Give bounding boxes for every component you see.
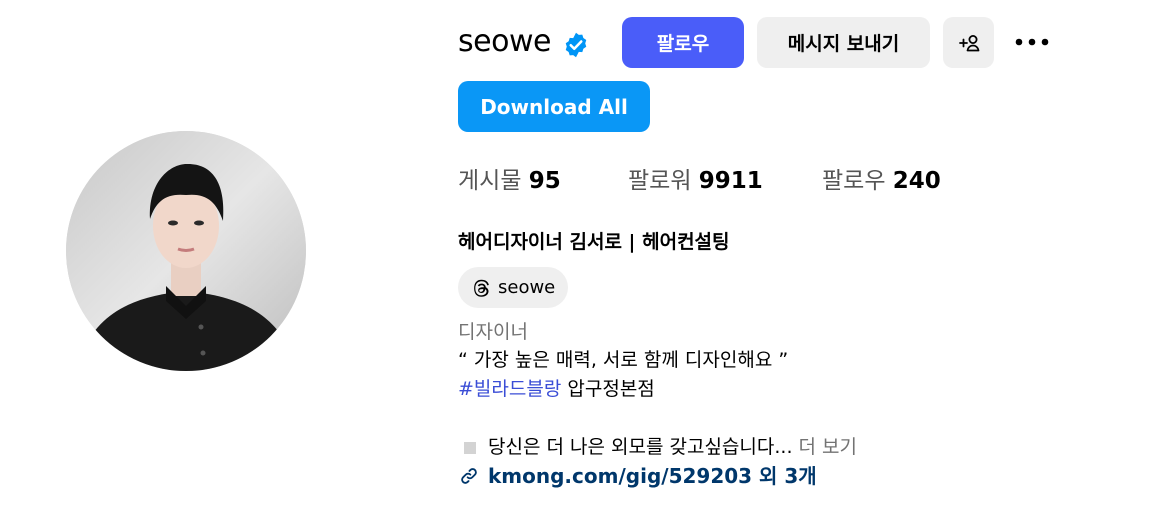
add-user-icon bbox=[958, 34, 979, 51]
threads-badge[interactable]: seowe bbox=[458, 267, 568, 308]
message-button[interactable]: 메시지 보내기 bbox=[757, 17, 930, 68]
bio-location: 압구정본점 bbox=[567, 378, 655, 400]
profile-full-name: 헤어디자이너 김서로 | 헤어컨설팅 bbox=[458, 231, 730, 253]
bio-quote: “ 가장 높은 매력, 서로 함께 디자인해요 ” bbox=[458, 349, 789, 371]
external-link[interactable]: kmong.com/gig/529203 외 3개 bbox=[458, 462, 817, 490]
more-options-icon bbox=[1015, 38, 1049, 46]
posts-count: 게시물 95 bbox=[458, 165, 561, 197]
following-count[interactable]: 팔로우 240 bbox=[822, 165, 941, 197]
see-more-link[interactable]: 더 보기 bbox=[799, 436, 857, 458]
threads-icon bbox=[474, 279, 489, 297]
followers-count[interactable]: 팔로워 9911 bbox=[628, 165, 763, 197]
posts-value: 95 bbox=[528, 168, 561, 194]
posts-label: 게시물 bbox=[458, 168, 522, 194]
bio-location-line: #빌라드블랑 압구정본점 bbox=[458, 375, 655, 403]
more-options-button[interactable] bbox=[1010, 22, 1054, 62]
followers-value: 9911 bbox=[698, 168, 763, 194]
bio-teaser-line: 당신은 더 나은 외모를 갖고싶습니다... 더 보기 bbox=[458, 433, 857, 461]
external-link-text: kmong.com/gig/529203 외 3개 bbox=[488, 464, 817, 488]
link-icon bbox=[461, 468, 477, 484]
following-value: 240 bbox=[892, 168, 941, 194]
download-all-button[interactable]: Download All bbox=[458, 81, 650, 132]
bio-teaser: 당신은 더 나은 외모를 갖고싶습니다... bbox=[488, 436, 793, 458]
profile-avatar[interactable] bbox=[66, 131, 306, 371]
profile-category: 디자이너 bbox=[458, 321, 528, 343]
suggested-users-button[interactable] bbox=[943, 17, 994, 68]
square-emoji-icon bbox=[464, 441, 476, 454]
profile-username: seowe bbox=[458, 24, 551, 59]
following-label: 팔로우 bbox=[822, 168, 886, 194]
avatar-portrait bbox=[66, 131, 306, 371]
follow-button[interactable]: 팔로우 bbox=[622, 17, 744, 68]
threads-handle: seowe bbox=[498, 277, 556, 298]
hashtag-link[interactable]: #빌라드블랑 bbox=[458, 378, 561, 400]
verified-badge-icon bbox=[565, 32, 587, 58]
followers-label: 팔로워 bbox=[628, 168, 692, 194]
